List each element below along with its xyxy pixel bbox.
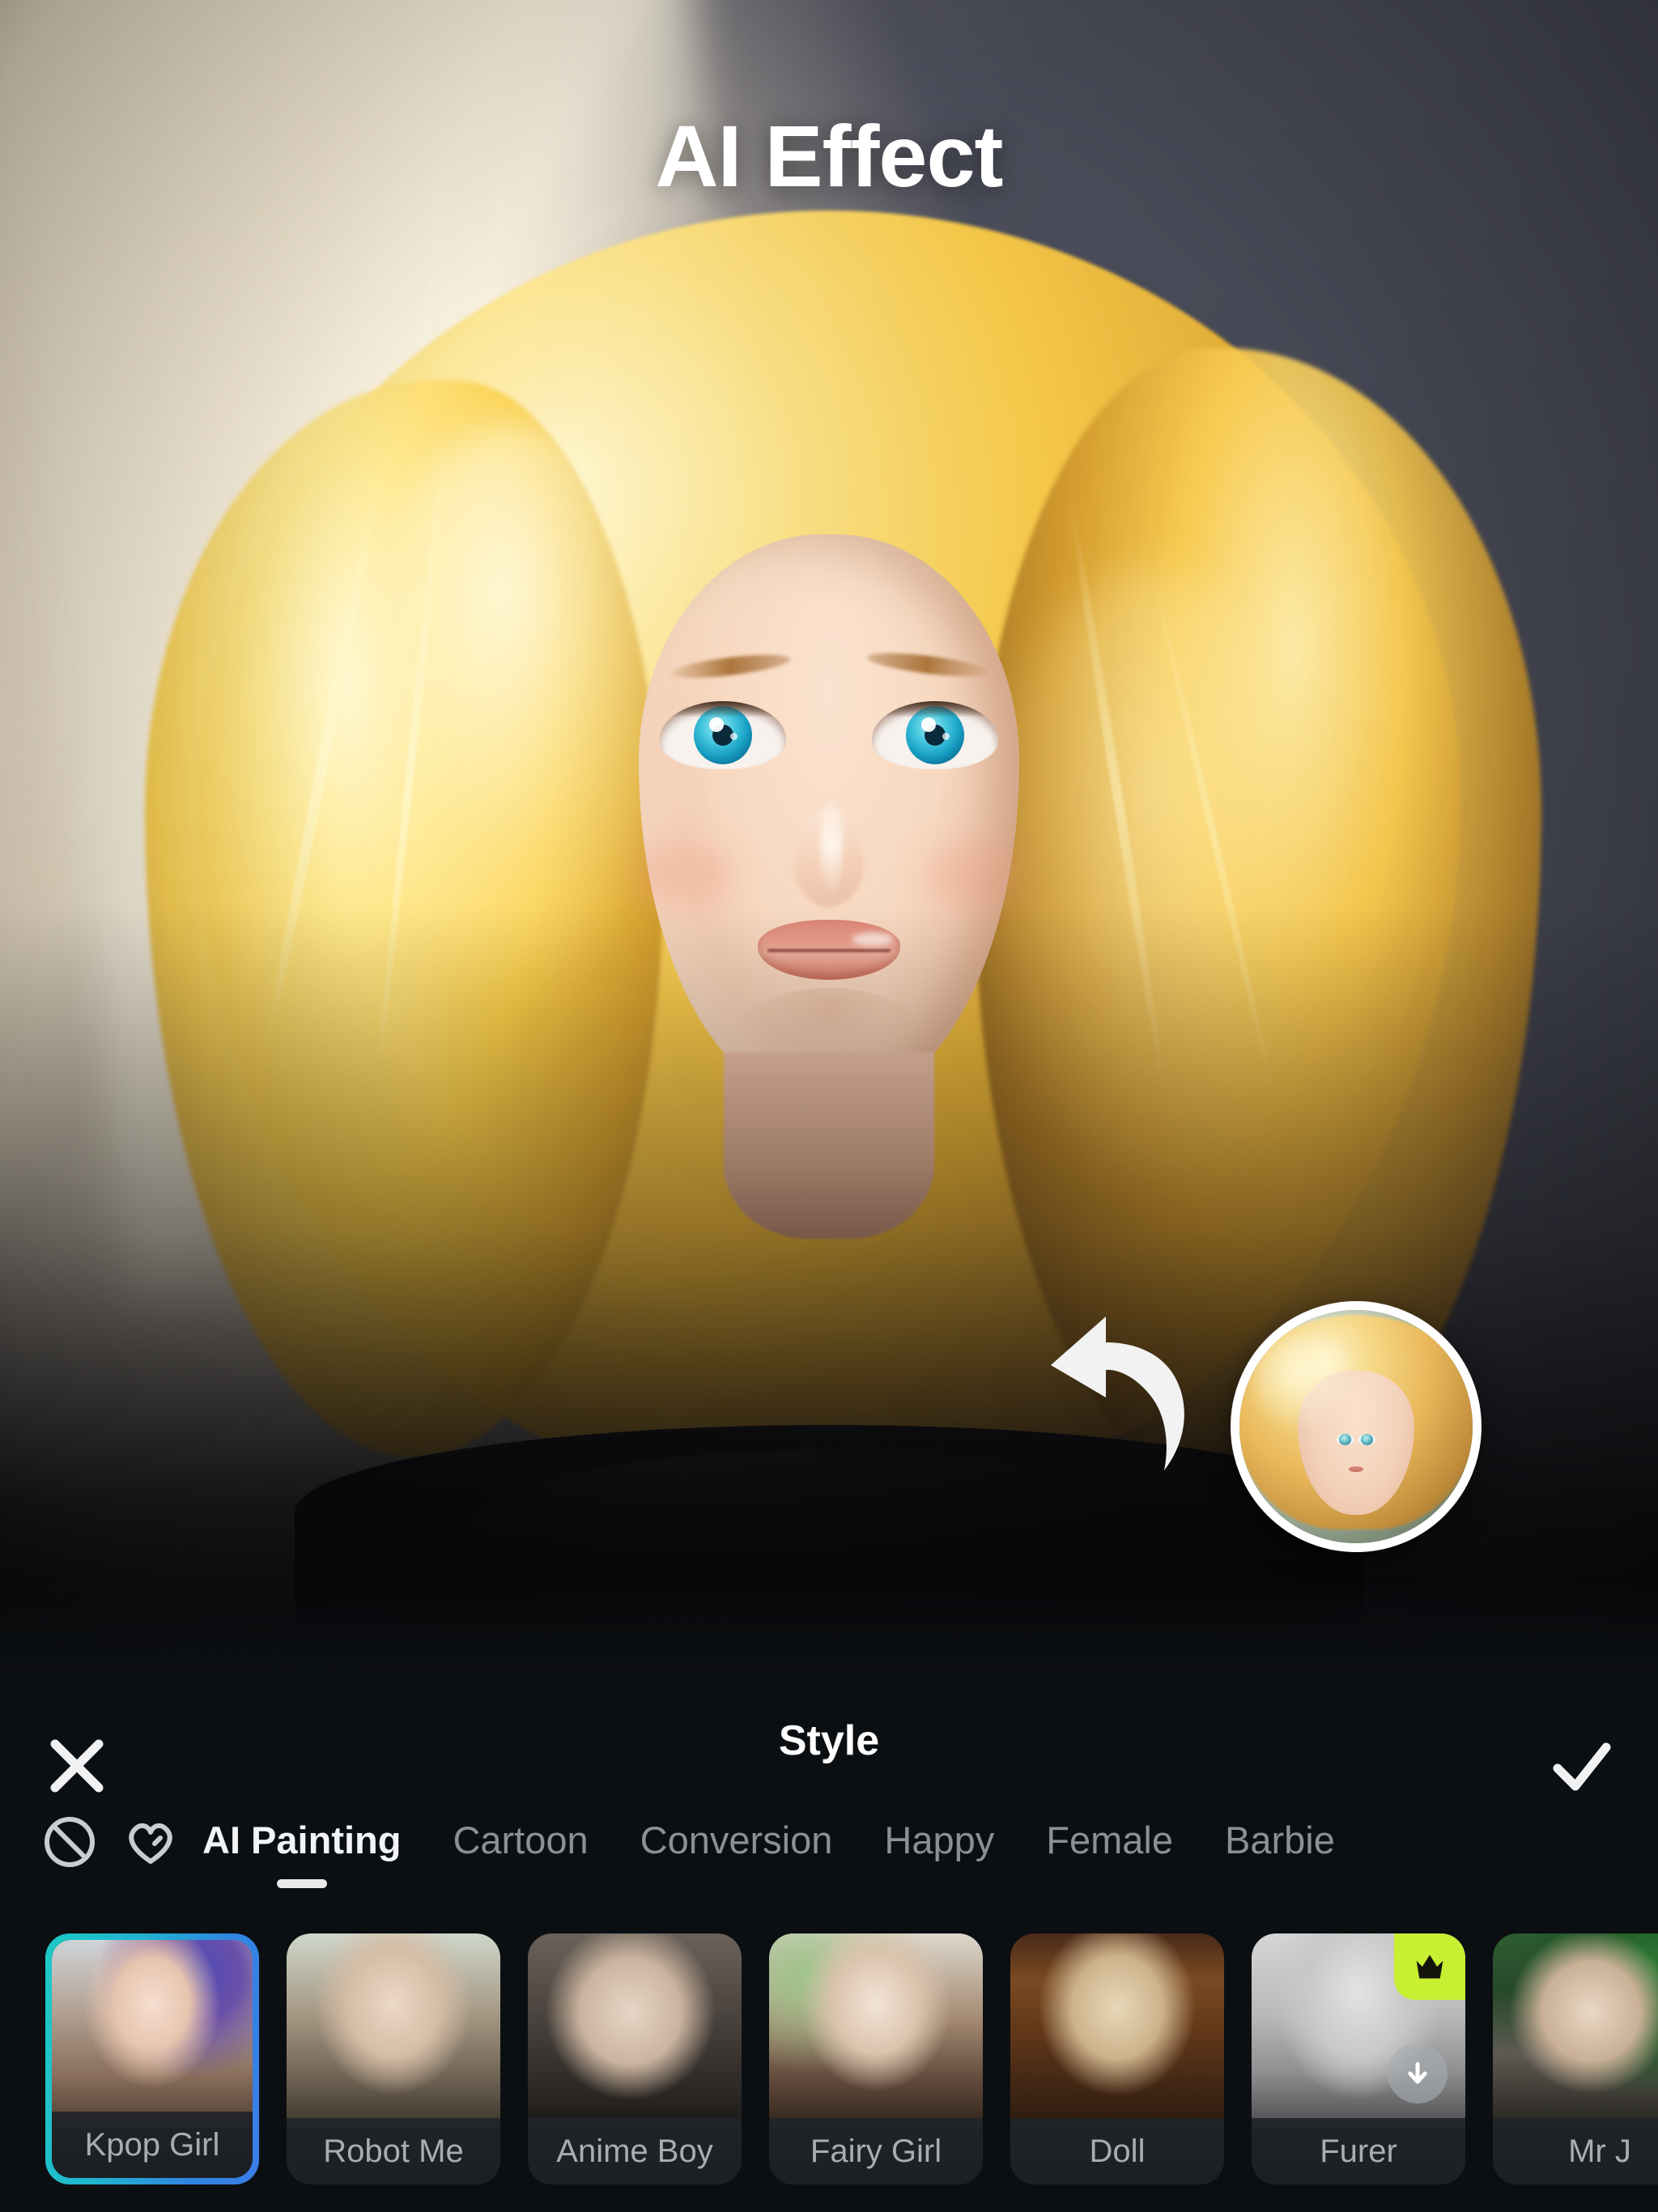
style-thumbnail-image <box>769 1933 983 2128</box>
style-item-kpop-girl[interactable]: Kpop Girl <box>45 1933 259 2184</box>
style-thumbnail-image <box>1493 1933 1658 2128</box>
crown-icon <box>1394 1933 1465 2000</box>
style-item-label: Mr J <box>1493 2118 1658 2184</box>
category-tabs: AI Painting Cartoon Conversion Happy Fem… <box>0 1781 1658 1903</box>
style-item-doll[interactable]: Doll <box>1010 1933 1224 2184</box>
avatar-eye-left <box>1336 1434 1354 1445</box>
curved-arrow-up-left-icon <box>1022 1304 1232 1490</box>
style-item-furer[interactable]: Furer <box>1252 1933 1465 2184</box>
heart-icon[interactable] <box>121 1813 180 1871</box>
style-item-robot-me[interactable]: Robot Me <box>287 1933 500 2184</box>
result-preview: AI Effect <box>0 0 1658 1676</box>
avatar-iris-left <box>1338 1434 1351 1445</box>
sheet-title: Style <box>778 1717 880 1764</box>
page-title: AI Effect <box>655 107 1003 205</box>
style-item-label: Robot Me <box>287 2118 500 2184</box>
style-item-anime-boy[interactable]: Anime Boy <box>528 1933 742 2184</box>
style-thumbnail-image <box>528 1933 742 2128</box>
avatar-iris-right <box>1361 1434 1374 1445</box>
style-item-label: Furer <box>1252 2118 1465 2184</box>
original-photo-thumbnail[interactable] <box>1231 1301 1482 1552</box>
avatar-light <box>1253 1333 1361 1431</box>
tab-female[interactable]: Female <box>1046 1818 1173 1867</box>
tab-happy[interactable]: Happy <box>884 1818 994 1867</box>
tab-cartoon[interactable]: Cartoon <box>453 1818 588 1867</box>
style-thumbnail-image <box>1010 1933 1224 2128</box>
avatar-lips <box>1348 1465 1364 1473</box>
style-thumbnail-image <box>287 1933 500 2128</box>
avatar-eye-right <box>1358 1434 1376 1445</box>
style-item-label: Fairy Girl <box>769 2118 983 2184</box>
style-item-inner: Kpop Girl <box>52 1940 253 2178</box>
style-thumbnail-list: Kpop Girl Robot Me Anime Boy Fairy Girl … <box>0 1933 1658 2193</box>
tab-barbie[interactable]: Barbie <box>1225 1818 1335 1867</box>
style-item-mr-j[interactable]: Mr J <box>1493 1933 1658 2184</box>
ai-effect-screen: AI Effect Style AI Painting Cartoon Conv… <box>0 0 1658 2212</box>
tab-conversion[interactable]: Conversion <box>640 1818 833 1867</box>
no-effect-icon[interactable] <box>40 1813 99 1871</box>
style-item-label: Kpop Girl <box>52 2112 253 2178</box>
style-item-fairy-girl[interactable]: Fairy Girl <box>769 1933 983 2184</box>
download-icon[interactable] <box>1388 2044 1448 2104</box>
style-item-label: Anime Boy <box>528 2118 742 2184</box>
style-item-label: Doll <box>1010 2118 1224 2184</box>
sheet-top-fade <box>0 1579 1658 1676</box>
style-thumbnail-image <box>52 1940 253 2128</box>
tab-ai-painting[interactable]: AI Painting <box>202 1818 401 1867</box>
